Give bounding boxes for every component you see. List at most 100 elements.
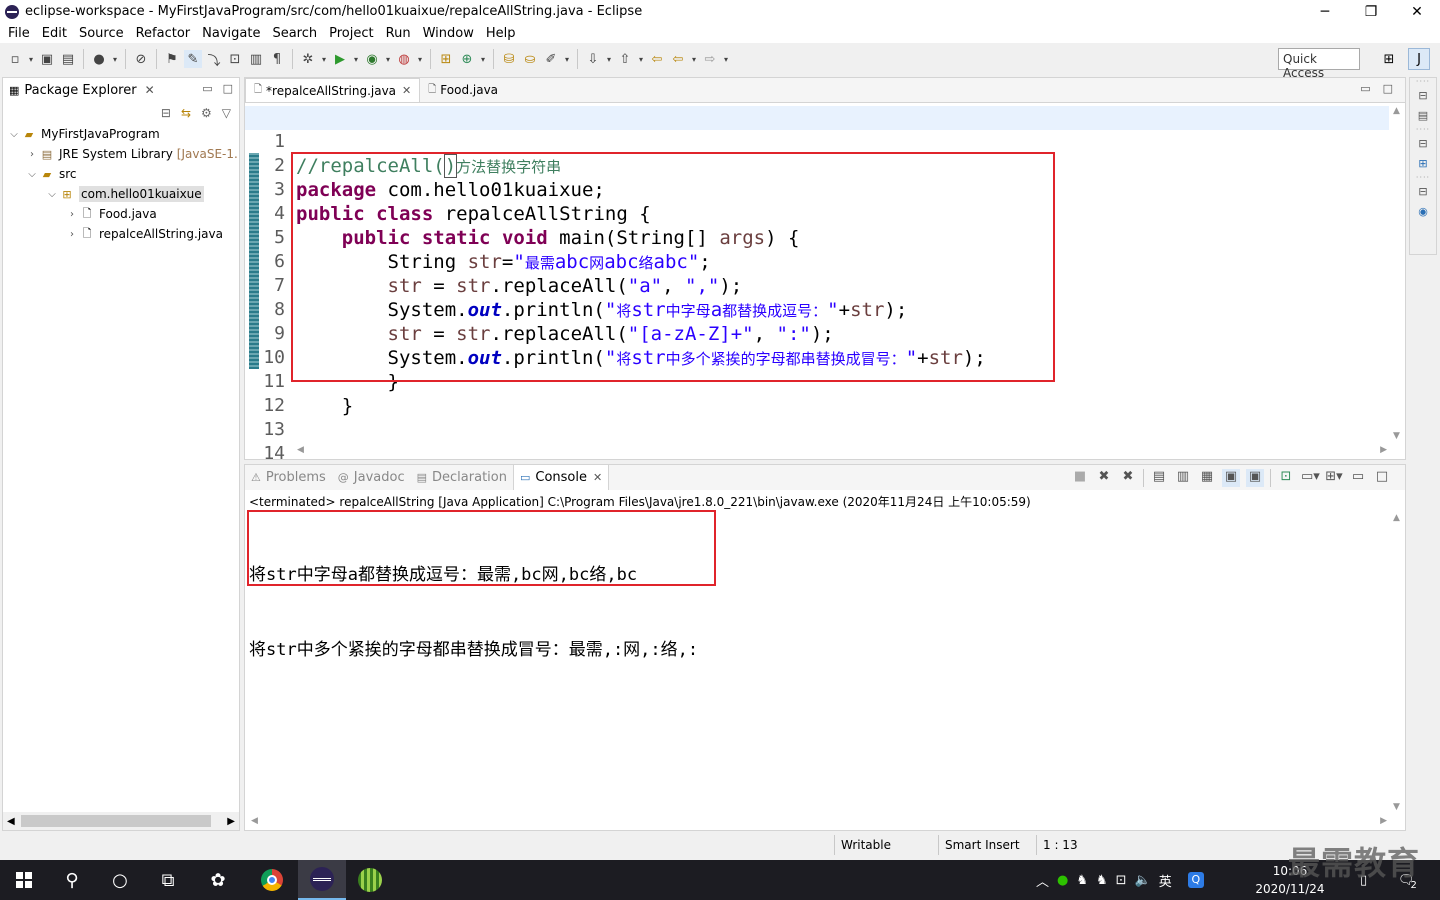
back-icon[interactable]: ⇦ — [669, 50, 687, 68]
scroll-left-icon[interactable]: ◀ — [297, 445, 304, 455]
tree-item-jre-library[interactable]: › ▤ JRE System Library [JavaSE-1. — [3, 144, 239, 164]
last-edit-location-icon[interactable]: ⇦ — [648, 50, 666, 68]
editor-text-area[interactable]: 1 //repalceAll()方法替换字符串 2 package com.he… — [245, 104, 1405, 464]
new-dropdown-icon[interactable]: ▾ — [27, 50, 35, 68]
menu-search[interactable]: Search — [266, 26, 323, 41]
show-on-stdout-icon[interactable]: ▣ — [1222, 469, 1240, 487]
cortana-button[interactable]: ○ — [96, 860, 144, 900]
block-selection-icon[interactable]: ▥ — [247, 50, 265, 68]
tab-javadoc[interactable]: @ Javadoc — [332, 465, 411, 490]
drag-handle[interactable]: ···· — [1410, 174, 1436, 182]
menu-run[interactable]: Run — [380, 26, 417, 41]
team-icon[interactable]: ◉ — [1410, 202, 1436, 222]
vertical-scrollbar[interactable]: ▲ ▼ — [1389, 104, 1405, 443]
scroll-lock-icon[interactable]: ▥ — [1174, 469, 1192, 487]
taskbar-app-pinwheel[interactable]: ✿ — [194, 860, 242, 900]
scroll-up-icon[interactable]: ▲ — [1393, 513, 1400, 523]
menu-source[interactable]: Source — [73, 26, 130, 41]
open-perspective-icon[interactable]: ⊞ — [1378, 48, 1400, 70]
save-icon[interactable]: ▣ — [38, 50, 56, 68]
scroll-right-icon[interactable]: ▶ — [1380, 445, 1387, 455]
collapse-all-icon[interactable]: ⊟ — [161, 106, 171, 120]
perspective-icon[interactable]: ● — [90, 50, 108, 68]
task-view-button[interactable]: ⧉ — [144, 860, 192, 900]
menu-window[interactable]: Window — [417, 26, 480, 41]
horizontal-scrollbar[interactable]: ◀ ▶ — [249, 814, 1389, 830]
clear-console-icon[interactable]: ▤ — [1150, 469, 1168, 487]
external-tools-icon[interactable]: ◍ — [395, 50, 413, 68]
menu-navigate[interactable]: Navigate — [196, 26, 266, 41]
debug-icon[interactable]: ✲ — [299, 50, 317, 68]
close-icon[interactable]: ✕ — [593, 471, 602, 484]
vertical-scrollbar[interactable]: ▲ ▼ — [1389, 511, 1405, 814]
start-button[interactable] — [0, 860, 48, 900]
next-edit-dropdown-icon[interactable]: ▾ — [605, 50, 613, 68]
tab-problems[interactable]: ⚠ Problems — [245, 465, 332, 490]
scroll-right-icon[interactable]: ▶ — [227, 816, 235, 827]
run-icon[interactable]: ▶ — [331, 50, 349, 68]
tab-repalceallstring[interactable]: 🗋 *repalceAllString.java ✕ — [245, 78, 421, 102]
chevron-up-icon[interactable]: ︿ — [1036, 871, 1049, 890]
volume-icon[interactable]: 🔈 — [1135, 873, 1151, 888]
close-icon[interactable]: ✕ — [402, 84, 411, 97]
forward-icon[interactable]: ⇨ — [701, 50, 719, 68]
app-tray-icon[interactable]: Q — [1187, 872, 1204, 888]
scroll-left-icon[interactable]: ◀ — [251, 816, 258, 826]
word-wrap-icon[interactable]: ▦ — [1198, 469, 1216, 487]
view-menu-icon[interactable]: ▽ — [222, 106, 231, 120]
new-class-dropdown-icon[interactable]: ▾ — [479, 50, 487, 68]
menu-help[interactable]: Help — [480, 26, 522, 41]
console-output[interactable]: 将str中字母a都替换成逗号：最需,bc网,bc络,bc 将str中多个紧挨的字… — [249, 513, 698, 713]
external-tools-dropdown-icon[interactable]: ▾ — [416, 50, 424, 68]
restore-icon[interactable]: ⊟ — [1410, 134, 1436, 154]
search-dropdown-icon[interactable]: ▾ — [563, 50, 571, 68]
scrollbar-thumb[interactable] — [21, 815, 211, 827]
restore-icon[interactable]: ⊟ — [1410, 86, 1436, 106]
coverage-dropdown-icon[interactable]: ▾ — [384, 50, 392, 68]
tab-declaration[interactable]: ▤ Declaration — [411, 465, 513, 490]
save-all-icon[interactable]: ▤ — [59, 50, 77, 68]
toggle-mark-icon[interactable]: ⊡ — [226, 50, 244, 68]
coverage-icon[interactable]: ◉ — [363, 50, 381, 68]
run-dropdown-icon[interactable]: ▾ — [352, 50, 360, 68]
back-dropdown-icon[interactable]: ▾ — [690, 50, 698, 68]
chevron-down-icon[interactable]: ⌵ — [7, 129, 21, 140]
chevron-right-icon[interactable]: › — [25, 149, 39, 160]
terminate-icon[interactable]: ■ — [1071, 469, 1089, 487]
link-with-editor-icon[interactable]: ⇆ — [181, 106, 191, 120]
scroll-down-icon[interactable]: ▼ — [1393, 802, 1400, 812]
chevron-right-icon[interactable]: › — [65, 229, 79, 240]
taskbar-app-melon[interactable] — [346, 860, 394, 900]
minimize-icon[interactable]: ▭ — [1349, 469, 1367, 487]
close-icon[interactable]: ✕ — [145, 83, 155, 97]
chevron-right-icon[interactable]: › — [65, 209, 79, 220]
close-button[interactable]: ✕ — [1394, 0, 1440, 23]
previous-edit-dropdown-icon[interactable]: ▾ — [637, 50, 645, 68]
qq-icon[interactable]: ♞ — [1076, 873, 1088, 888]
next-annotation-icon[interactable]: ⤵ — [205, 50, 223, 69]
show-whitespace-icon[interactable]: ¶ — [268, 50, 286, 68]
forward-dropdown-icon[interactable]: ▾ — [722, 50, 730, 68]
minimize-icon[interactable]: ▭ — [1360, 82, 1370, 95]
java-perspective-icon[interactable]: J — [1408, 48, 1430, 70]
drag-handle[interactable]: ···· — [1410, 78, 1436, 86]
perspective-dropdown-icon[interactable]: ▾ — [111, 50, 119, 68]
network-icon[interactable]: ⊡ — [1116, 873, 1127, 888]
tree-item-food-java[interactable]: › 🗋 Food.java — [3, 204, 239, 224]
chevron-down-icon[interactable]: ⌵ — [45, 189, 59, 200]
tree-item-project[interactable]: ⌵ ▰ MyFirstJavaProgram — [3, 124, 239, 144]
minimize-button[interactable]: ─ — [1302, 0, 1348, 23]
tree-item-src[interactable]: ⌵ ▰ src — [3, 164, 239, 184]
tab-console[interactable]: ▭ Console ✕ — [512, 465, 610, 490]
tab-food[interactable]: 🗋 Food.java — [420, 78, 506, 102]
previous-edit-icon[interactable]: ⇧ — [616, 50, 634, 68]
new-class-icon[interactable]: ⊕ — [458, 50, 476, 68]
taskbar-app-chrome[interactable] — [248, 860, 296, 900]
qq-icon[interactable]: ♞ — [1096, 873, 1108, 888]
search-button[interactable]: ⚲ — [48, 860, 96, 900]
task-list-icon[interactable]: ⊞ — [1410, 154, 1436, 174]
display-console-icon[interactable]: ▭▾ — [1301, 469, 1320, 487]
skip-breakpoints-icon[interactable]: ⊘ — [132, 50, 150, 68]
scroll-left-icon[interactable]: ◀ — [7, 816, 15, 827]
drag-handle[interactable]: ···· — [1410, 126, 1436, 134]
